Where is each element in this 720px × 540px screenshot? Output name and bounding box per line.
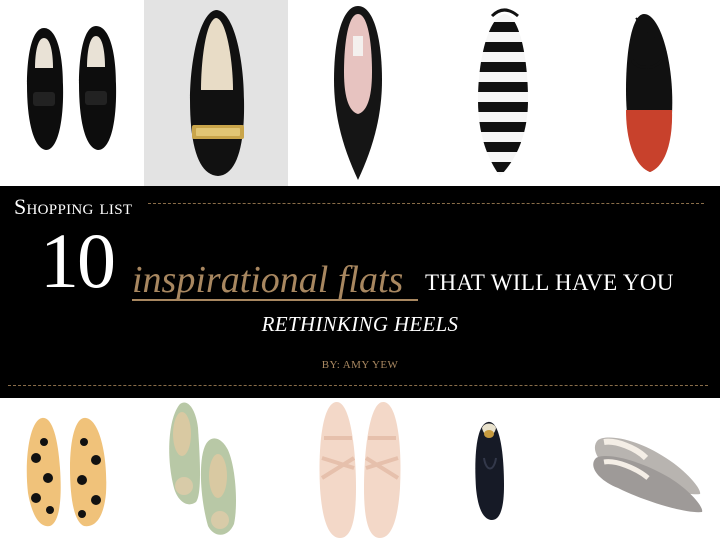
product-tile-6[interactable] — [0, 398, 144, 540]
product-tile-9[interactable] — [432, 398, 576, 540]
product-tile-7[interactable] — [144, 398, 288, 540]
product-tile-5[interactable] — [576, 0, 720, 186]
list-count: 10 — [40, 217, 116, 304]
product-tile-2[interactable] — [144, 0, 288, 186]
headline-line-2: RETHINKING HEELS — [261, 312, 459, 336]
black-loafers-icon — [27, 26, 117, 150]
gray-pointed-flats-icon — [593, 437, 703, 513]
bottom-product-row — [0, 398, 720, 540]
author-byline: BY: AMY YEW — [321, 359, 399, 371]
product-tile-1[interactable] — [0, 0, 144, 186]
accent-underline — [132, 299, 418, 301]
top-dashed-divider — [148, 203, 704, 204]
black-gold-buckle-flat-icon — [190, 10, 245, 176]
red-ankle-strap-flat-icon — [626, 14, 673, 172]
mint-ballet-flats-icon — [169, 402, 236, 535]
headline-rest: THAT WILL HAVE YOU — [425, 270, 674, 295]
bottom-dashed-divider — [8, 385, 708, 386]
product-tile-4[interactable] — [432, 0, 576, 186]
black-pointed-flat-icon — [334, 6, 382, 180]
striped-slingback-flat-icon — [478, 8, 528, 176]
accent-phrase: inspirational flats — [132, 259, 404, 301]
product-tile-8[interactable] — [288, 398, 432, 540]
product-tile-3[interactable] — [288, 0, 432, 186]
blush-studded-flats-icon — [319, 401, 401, 538]
product-tile-10[interactable] — [576, 398, 720, 540]
black-smoking-slipper-icon — [475, 421, 504, 520]
polka-dot-flats-icon — [26, 417, 107, 527]
top-product-row — [0, 0, 720, 186]
